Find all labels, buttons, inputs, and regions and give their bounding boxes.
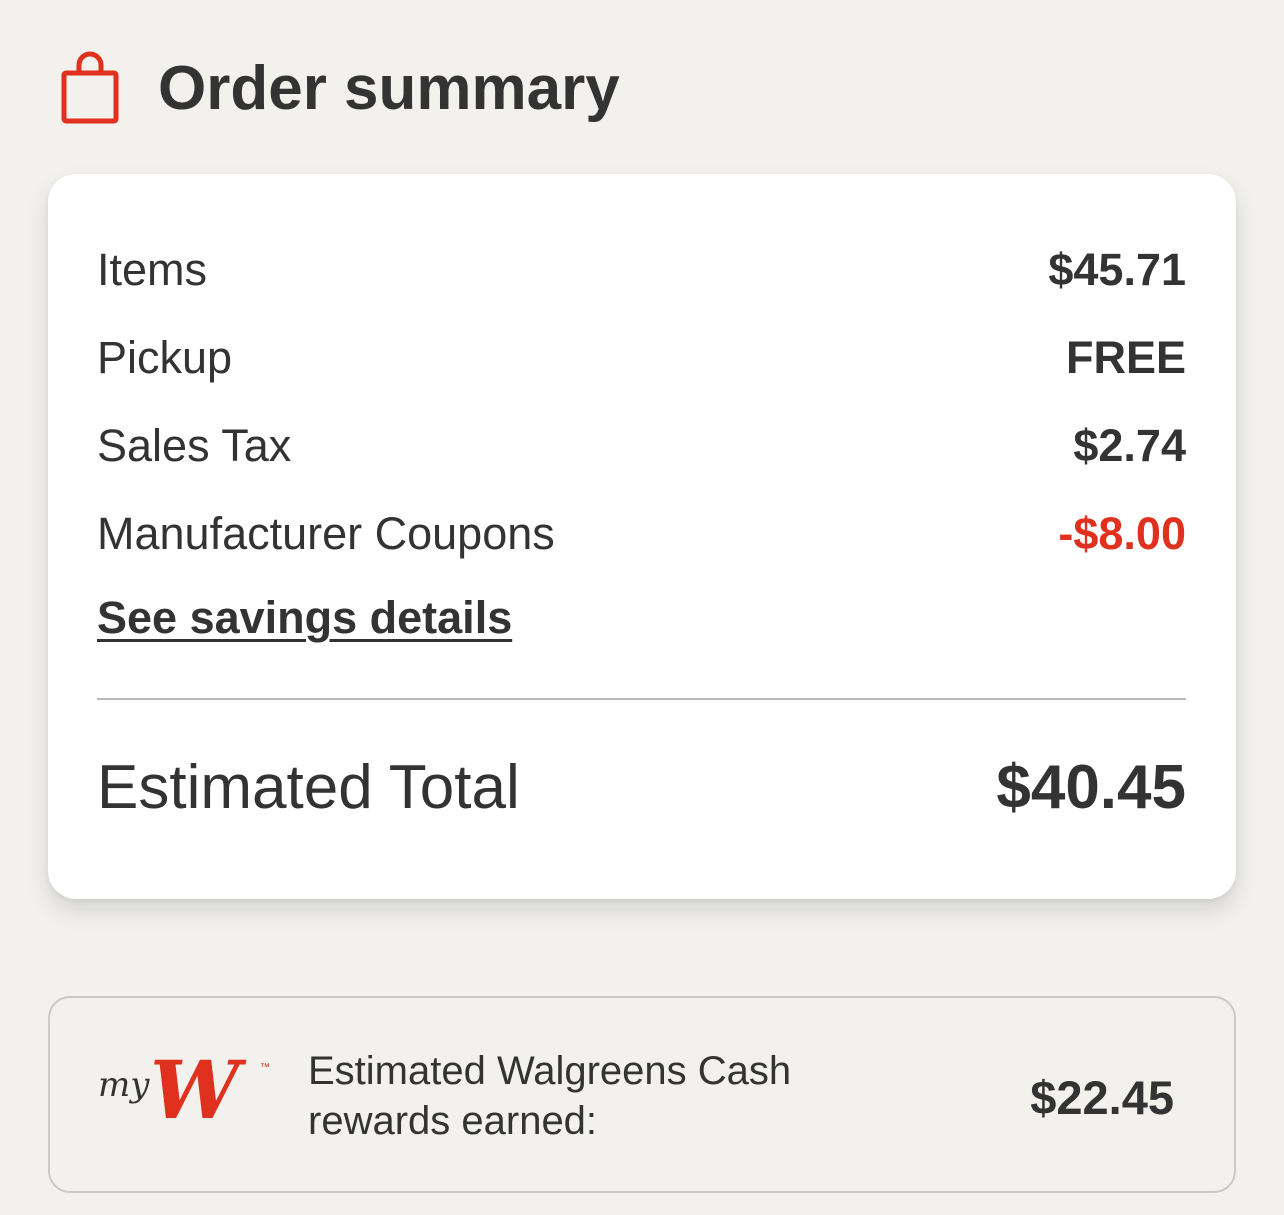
summary-row-manufacturer-coupons: Manufacturer Coupons -$8.00 — [97, 504, 1186, 564]
svg-text:my: my — [98, 1065, 150, 1105]
rewards-card: my W ™ Estimated Walgreens Cash rewards … — [48, 996, 1236, 1193]
summary-row-label: Sales Tax — [97, 420, 292, 471]
summary-row-value: FREE — [1065, 332, 1186, 383]
svg-text:™: ™ — [260, 1062, 270, 1073]
summary-row-label: Items — [97, 244, 208, 295]
rewards-description: Estimated Walgreens Cash rewards earned: — [308, 1046, 908, 1146]
summary-row-pickup: Pickup FREE — [97, 328, 1186, 388]
order-summary-card: Items $45.71 Pickup FREE Sales Tax $2.74… — [48, 174, 1236, 899]
summary-row-value: $45.71 — [1048, 244, 1186, 295]
estimated-total-row: Estimated Total $40.45 — [97, 752, 1186, 822]
estimated-total-label: Estimated Total — [97, 752, 520, 822]
rewards-text-line1: Estimated Walgreens Cash — [308, 1049, 792, 1093]
see-savings-details-link[interactable]: See savings details — [97, 592, 512, 644]
myw-logo: my W ™ — [98, 1054, 270, 1137]
summary-row-label: Manufacturer Coupons — [97, 508, 555, 559]
order-summary-header: Order summary — [60, 48, 620, 128]
summary-row-label: Pickup — [97, 332, 233, 383]
shopping-bag-icon — [61, 51, 119, 124]
rewards-text-line2: rewards earned: — [308, 1099, 598, 1143]
rewards-value: $22.45 — [1030, 1071, 1174, 1124]
summary-row-items: Items $45.71 — [97, 240, 1186, 300]
page-title: Order summary — [158, 53, 620, 123]
svg-text:W: W — [150, 1054, 247, 1137]
summary-row-sales-tax: Sales Tax $2.74 — [97, 416, 1186, 476]
summary-divider — [97, 698, 1186, 700]
estimated-total-value: $40.45 — [996, 752, 1186, 822]
coupon-discount-value: -$8.00 — [1058, 508, 1186, 559]
summary-row-value: $2.74 — [1073, 420, 1186, 471]
